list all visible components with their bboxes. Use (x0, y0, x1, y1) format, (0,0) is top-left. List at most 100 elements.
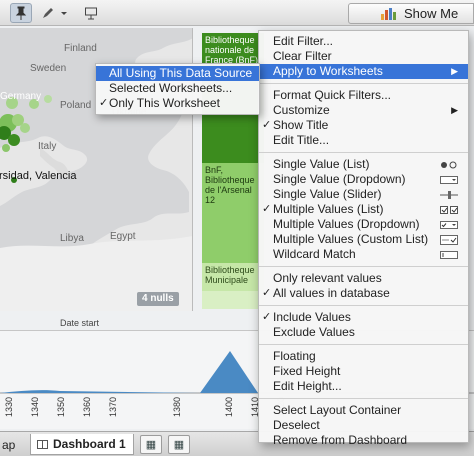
multi-dropdown-icon (440, 219, 458, 230)
tick-label: 1400 (224, 396, 234, 417)
show-me-label: Show Me (404, 6, 459, 21)
menu-item-remove-from-dashboard[interactable]: Remove from Dashboard (259, 433, 468, 448)
submenu-item-only-this-worksheet[interactable]: ✓ Only This Worksheet (96, 96, 259, 111)
toolbar: Show Me (0, 0, 474, 26)
menu-item-label: Multiple Values (Custom List) (273, 232, 429, 246)
menu-item-edit-title[interactable]: Edit Title... (259, 133, 468, 148)
menu-item-label: Multiple Values (List) (273, 202, 384, 216)
map-label-poland: Poland (60, 100, 92, 111)
map-label-sweden: Sweden (30, 63, 67, 74)
menu-item-wildcard-match[interactable]: Wildcard Match (259, 247, 468, 262)
treemap-tile-other[interactable] (202, 291, 264, 309)
menu-item-all-values-in-database[interactable]: ✓ All values in database (259, 286, 468, 301)
treemap-tile-municipale[interactable]: Bibliotheque Municipale (202, 263, 264, 291)
tile-label: Bibliotheque Municipale (205, 265, 255, 285)
checkmark-icon: ✓ (262, 311, 272, 323)
tick-label: 1380 (172, 396, 182, 417)
menu-item-only-relevant-values[interactable]: Only relevant values (259, 271, 468, 286)
menu-item-label: Clear Filter (273, 49, 332, 63)
menu-item-label: Remove from Dashboard (273, 433, 408, 447)
tick-label: 1350 (56, 396, 66, 417)
show-me-button[interactable]: Show Me (348, 3, 474, 24)
menu-item-deselect[interactable]: Deselect (259, 418, 468, 433)
map-mark[interactable] (8, 134, 20, 146)
menu-item-label: Single Value (Dropdown) (273, 172, 406, 186)
menu-item-label: Show Title (273, 118, 329, 132)
map-label-finland: Finland (64, 43, 97, 54)
pin-toolbar-button[interactable] (10, 3, 32, 23)
menu-separator (259, 266, 468, 267)
tick-label: 1340 (30, 396, 40, 417)
menu-item-multiple-values-dropdown[interactable]: Multiple Values (Dropdown) (259, 217, 468, 232)
menu-separator (259, 83, 468, 84)
menu-item-customize[interactable]: Customize ▶ (259, 103, 468, 118)
menu-item-format-quick-filters[interactable]: Format Quick Filters... (259, 88, 468, 103)
menu-item-edit-filter[interactable]: Edit Filter... (259, 34, 468, 49)
map-mark[interactable] (20, 123, 30, 133)
tick-label: 1370 (108, 396, 118, 417)
menu-item-single-value-dropdown[interactable]: Single Value (Dropdown) (259, 172, 468, 187)
slider-icon (440, 189, 458, 200)
map-mark[interactable] (44, 95, 52, 103)
menu-item-single-value-slider[interactable]: Single Value (Slider) (259, 187, 468, 202)
menu-item-include-values[interactable]: ✓ Include Values (259, 310, 468, 325)
map-label-valencia: rsidad, Valencia (0, 170, 77, 182)
bar-chart-icon (381, 7, 396, 20)
menu-item-label: Exclude Values (273, 325, 355, 339)
checkmark-icon: ✓ (262, 203, 272, 215)
map-mark[interactable] (2, 144, 10, 152)
menu-item-floating[interactable]: Floating (259, 349, 468, 364)
dashboard-icon (37, 439, 48, 449)
tab-dashboard-1[interactable]: Dashboard 1 (30, 434, 134, 455)
nulls-indicator[interactable]: 4 nulls (137, 292, 179, 306)
menu-item-edit-height[interactable]: Edit Height... (259, 379, 468, 394)
highlight-toolbar-button[interactable] (38, 3, 74, 23)
menu-item-exclude-values[interactable]: Exclude Values (259, 325, 468, 340)
submenu-arrow-icon: ▶ (451, 105, 458, 115)
menu-item-select-layout-container[interactable]: Select Layout Container (259, 403, 468, 418)
new-dashboard-button[interactable]: ▦ (168, 435, 190, 454)
menu-item-label: Floating (273, 349, 316, 363)
menu-item-label: Only relevant values (273, 271, 382, 285)
menu-item-label: Wildcard Match (273, 247, 356, 261)
treemap-tile-arsenal[interactable]: BnF, Bibliotheque de l'Arsenal 12 (202, 163, 264, 263)
menu-item-label: Fixed Height (273, 364, 341, 378)
menu-item-label: Edit Filter... (273, 34, 334, 48)
pen-dropdown-icon (43, 8, 67, 18)
new-worksheet-button[interactable]: ▦ (140, 435, 162, 454)
menu-item-show-title[interactable]: ✓ Show Title (259, 118, 468, 133)
menu-item-multiple-values-list[interactable]: ✓ Multiple Values (List) (259, 202, 468, 217)
menu-item-label: Edit Height... (273, 379, 342, 393)
presentation-icon (85, 7, 97, 20)
custom-list-icon (440, 234, 458, 245)
dropdown-icon (440, 174, 458, 185)
menu-item-multiple-values-custom-list[interactable]: Multiple Values (Custom List) (259, 232, 468, 247)
tab-previous-sheet[interactable]: ap (0, 434, 26, 455)
submenu-item-all-using-this-data-source[interactable]: All Using This Data Source (96, 66, 259, 81)
pin-icon (15, 6, 27, 20)
menu-item-clear-filter[interactable]: Clear Filter (259, 49, 468, 64)
menu-separator (259, 344, 468, 345)
tab-label: Dashboard 1 (53, 437, 126, 451)
timeline-series-area[interactable] (0, 351, 258, 393)
submenu-arrow-icon: ▶ (451, 66, 458, 76)
submenu-item-label: All Using This Data Source (109, 66, 253, 80)
map-label-germany: Germany (0, 91, 42, 102)
menu-item-label: Multiple Values (Dropdown) (273, 217, 420, 231)
menu-item-label: Format Quick Filters... (273, 88, 392, 102)
new-worksheet-icon: ▦ (145, 439, 157, 451)
menu-separator (259, 305, 468, 306)
menu-item-fixed-height[interactable]: Fixed Height (259, 364, 468, 379)
menu-item-apply-to-worksheets[interactable]: Apply to Worksheets ▶ (259, 64, 468, 79)
presentation-toolbar-button[interactable] (80, 3, 102, 23)
menu-item-label: Edit Title... (273, 133, 330, 147)
tick-label: 1360 (82, 396, 92, 417)
menu-item-single-value-list[interactable]: Single Value (List) (259, 157, 468, 172)
radio-icon (440, 159, 458, 170)
apply-to-worksheets-submenu: All Using This Data Source Selected Works… (95, 63, 260, 115)
map-label-italy: Italy (38, 141, 57, 152)
submenu-item-selected-worksheets[interactable]: Selected Worksheets... (96, 81, 259, 96)
axis-title: Date start (60, 318, 100, 328)
map-label-libya: Libya (60, 233, 84, 244)
checkmark-icon: ✓ (262, 119, 272, 131)
